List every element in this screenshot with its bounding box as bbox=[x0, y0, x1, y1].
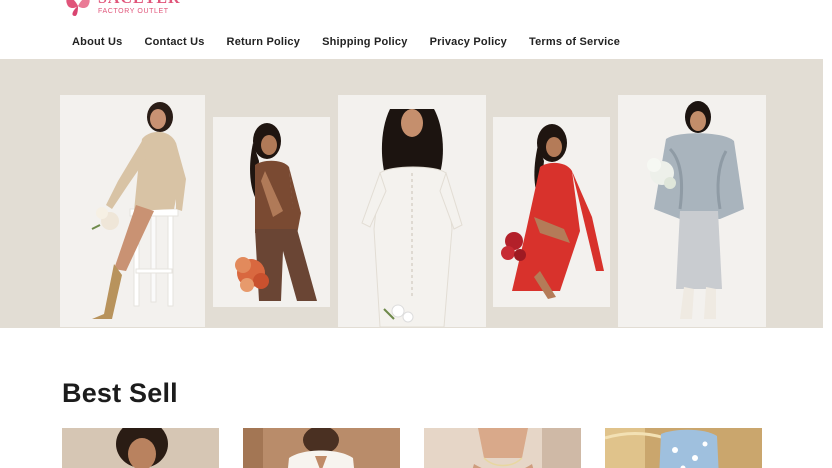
brand-logo[interactable]: SACETER FACTORY OUTLET bbox=[64, 0, 184, 18]
product-image-2 bbox=[243, 428, 400, 468]
product-image-1 bbox=[62, 428, 219, 468]
model-figure-1 bbox=[91, 102, 186, 319]
product-image-3 bbox=[424, 428, 581, 468]
nav-terms-of-service[interactable]: Terms of Service bbox=[529, 36, 620, 48]
product-image-4 bbox=[605, 428, 762, 468]
product-card-2[interactable] bbox=[243, 428, 400, 468]
nav-shipping-policy[interactable]: Shipping Policy bbox=[322, 36, 408, 48]
model-figure-5 bbox=[647, 101, 744, 319]
model-figure-2 bbox=[235, 123, 317, 301]
main-nav: About Us Contact Us Return Policy Shippi… bbox=[72, 34, 620, 50]
model-figure-3 bbox=[361, 109, 463, 327]
nav-contact-us[interactable]: Contact Us bbox=[144, 36, 204, 48]
hero-banner[interactable] bbox=[0, 59, 823, 328]
best-sell-title: Best Sell bbox=[62, 378, 178, 408]
product-card-4[interactable] bbox=[605, 428, 762, 468]
page: SACETER FACTORY OUTLET About Us Contact … bbox=[0, 0, 832, 468]
product-card-1[interactable] bbox=[62, 428, 219, 468]
brand-tagline: FACTORY OUTLET bbox=[98, 8, 169, 15]
nav-privacy-policy[interactable]: Privacy Policy bbox=[430, 36, 507, 48]
nav-about-us[interactable]: About Us bbox=[72, 36, 122, 48]
nav-return-policy[interactable]: Return Policy bbox=[227, 36, 301, 48]
brand-name: SACETER bbox=[98, 0, 181, 8]
product-card-3[interactable] bbox=[424, 428, 581, 468]
model-figure-4 bbox=[501, 124, 604, 299]
butterfly-icon bbox=[66, 0, 90, 16]
